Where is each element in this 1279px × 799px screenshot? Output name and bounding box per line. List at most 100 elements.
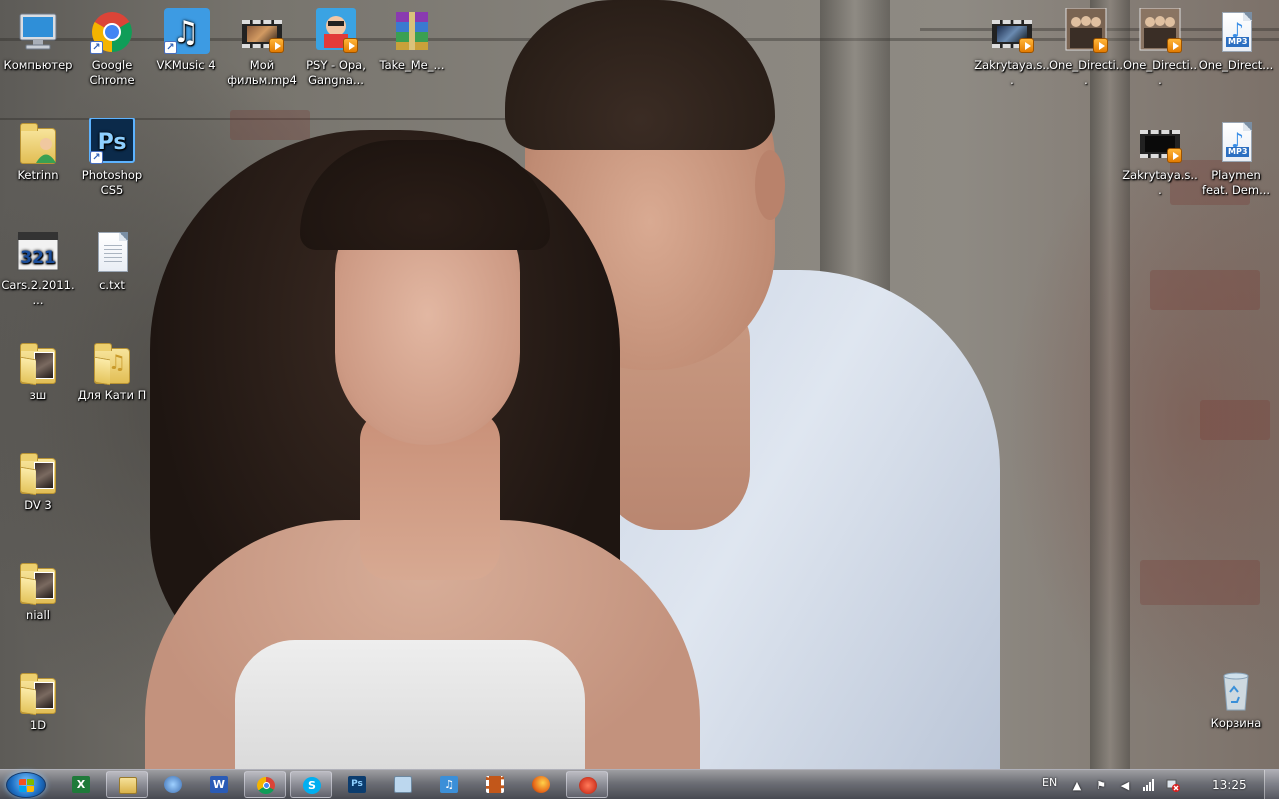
- video-file-icon: [238, 8, 286, 56]
- firefox-icon: [532, 776, 550, 793]
- desktop-icon-one-direction-video-2[interactable]: One_Directi...: [1122, 7, 1198, 88]
- folder-icon: [14, 558, 62, 606]
- word-icon: W: [210, 776, 228, 793]
- desktop-icon-folder-niall[interactable]: niall: [0, 558, 76, 623]
- record-icon: [579, 777, 597, 794]
- taskbar-record-button[interactable]: [566, 771, 608, 798]
- desktop-icon-playmen-mp3[interactable]: ♪ MP3 Playmen feat. Dem...: [1198, 118, 1274, 198]
- chrome-icon: [257, 777, 275, 794]
- folder-icon: [14, 668, 62, 716]
- folder-icon: [14, 448, 62, 496]
- icon-label: c.txt: [99, 278, 125, 292]
- icon-label: PSY - Opa, Gangna...: [306, 58, 366, 87]
- icon-label: Корзина: [1210, 716, 1262, 730]
- vkmusic-icon: ♫: [440, 776, 458, 793]
- vkmusic-icon: ♫ ↗: [162, 8, 210, 56]
- folder-icon: ♫: [88, 338, 136, 386]
- mp3-file-icon: ♪ MP3: [1212, 118, 1260, 166]
- icon-label: VKMusic 4: [156, 58, 216, 72]
- photoshop-icon: Ps: [348, 776, 366, 793]
- show-hidden-icons-icon[interactable]: ▲: [1070, 779, 1084, 792]
- desktop-icon-folder-dv3[interactable]: DV 3: [0, 448, 76, 513]
- desktop-icon-vkmusic[interactable]: ♫ ↗ VKMusic 4: [148, 8, 224, 73]
- icon-label: Zakrytaya.s...: [974, 58, 1050, 87]
- excel-icon: X: [72, 776, 90, 793]
- icon-label: Take_Me_...: [379, 58, 445, 72]
- icon-label: Photoshop CS5: [81, 168, 143, 197]
- desktop-icon-photoshop[interactable]: Ps ↗ Photoshop CS5: [74, 117, 150, 198]
- desktop-icon-zakrytaya-1[interactable]: Zakrytaya.s...: [974, 8, 1050, 88]
- volume-icon[interactable]: ◀: [1118, 779, 1132, 792]
- film-icon: [486, 776, 504, 793]
- user-folder-icon: [14, 118, 62, 166]
- icon-label: Zakrytaya.s...: [1122, 168, 1198, 197]
- notepad-icon: [394, 776, 412, 793]
- taskbar-chrome-button[interactable]: [244, 771, 286, 798]
- desktop-icon-folder-dlya-kati[interactable]: ♫ Для Кати П: [74, 338, 150, 403]
- desktop-icon-one-direction-mp3[interactable]: ♪ MP3 One_Direct...: [1198, 8, 1274, 73]
- recycle-bin-icon: [1212, 666, 1260, 714]
- winrar-archive-icon: [388, 8, 436, 56]
- chrome-icon: ↗: [88, 8, 136, 56]
- desktop-icon-folder-1d[interactable]: 1D: [0, 668, 76, 733]
- network-signal-icon[interactable]: [1142, 779, 1156, 792]
- skype-icon: S: [303, 777, 321, 794]
- language-indicator[interactable]: EN: [1042, 776, 1057, 789]
- network-error-icon[interactable]: [1166, 779, 1180, 792]
- icon-label: DV 3: [24, 498, 52, 512]
- video-file-icon: [1136, 7, 1184, 56]
- desktop-icon-zakrytaya-2[interactable]: Zakrytaya.s...: [1122, 118, 1198, 198]
- icon-label: Компьютер: [3, 58, 73, 72]
- icon-label: Google Chrome: [89, 58, 135, 87]
- desktop-icon-psy-video[interactable]: PSY - Opa, Gangna...: [298, 8, 374, 88]
- photoshop-icon: Ps ↗: [88, 117, 136, 166]
- icon-label: One_Directi...: [1048, 58, 1124, 87]
- mp3-file-icon: ♪ MP3: [1212, 8, 1260, 56]
- icon-label: зш: [29, 388, 47, 402]
- taskbar-excel-button[interactable]: X: [60, 771, 102, 798]
- taskbar-vkmusic-button[interactable]: ♫: [428, 771, 470, 798]
- desktop-icon-computer[interactable]: Компьютер: [0, 8, 76, 73]
- taskbar-word-button[interactable]: W: [198, 771, 240, 798]
- text-file-icon: [88, 228, 136, 276]
- icon-label: Для Кати П: [77, 388, 147, 402]
- computer-icon: [14, 8, 62, 56]
- taskbar-firefox-button[interactable]: [520, 771, 562, 798]
- start-button[interactable]: [6, 772, 46, 798]
- video-file-icon: [1062, 7, 1110, 56]
- desktop-icon-take-me-archive[interactable]: Take_Me_...: [374, 8, 450, 73]
- desktop-icon-cars-video[interactable]: 321 Cars.2.2011....: [0, 228, 76, 308]
- taskbar-photoshop-button[interactable]: Ps: [336, 771, 378, 798]
- show-desktop-button[interactable]: [1264, 770, 1279, 799]
- folder-icon: [119, 777, 137, 794]
- action-center-icon[interactable]: ⚑: [1094, 779, 1108, 792]
- icon-label: Playmen feat. Dem...: [1201, 168, 1271, 197]
- icon-label: Ketrinn: [17, 168, 59, 182]
- taskbar-skype-button[interactable]: S: [290, 771, 332, 798]
- windows-logo-icon: [19, 779, 35, 793]
- folder-icon: [14, 338, 62, 386]
- taskbar-media-button[interactable]: [152, 771, 194, 798]
- icon-label: Cars.2.2011....: [1, 278, 75, 307]
- desktop-icon-moy-film[interactable]: Мой фильм.mp4: [224, 8, 300, 88]
- svg-text:321: 321: [20, 248, 56, 268]
- icon-label: One_Directi...: [1122, 58, 1198, 87]
- video-file-icon: [312, 8, 360, 56]
- video-file-icon: [1136, 118, 1184, 166]
- desktop-icon-ketrinn[interactable]: Ketrinn: [0, 118, 76, 183]
- desktop-icon-one-direction-video-1[interactable]: One_Directi...: [1048, 7, 1124, 88]
- icon-label: niall: [26, 608, 50, 622]
- taskbar-notepad-button[interactable]: [382, 771, 424, 798]
- icon-label: One_Direct...: [1198, 58, 1274, 72]
- taskbar-video-button[interactable]: [474, 771, 516, 798]
- icon-label: Мой фильм.mp4: [227, 58, 297, 87]
- desktop-icon-google-chrome[interactable]: ↗ Google Chrome: [74, 8, 150, 88]
- clock[interactable]: 13:25: [1212, 778, 1247, 792]
- taskbar-explorer-button[interactable]: [106, 771, 148, 798]
- desktop-icon-c-txt[interactable]: c.txt: [74, 228, 150, 293]
- desktop-icon-recycle-bin[interactable]: Корзина: [1198, 666, 1274, 731]
- desktop-icon-folder-zsh[interactable]: зш: [0, 338, 76, 403]
- media-player-classic-icon: 321: [14, 228, 62, 276]
- icon-label: 1D: [29, 718, 47, 732]
- video-file-icon: [988, 8, 1036, 56]
